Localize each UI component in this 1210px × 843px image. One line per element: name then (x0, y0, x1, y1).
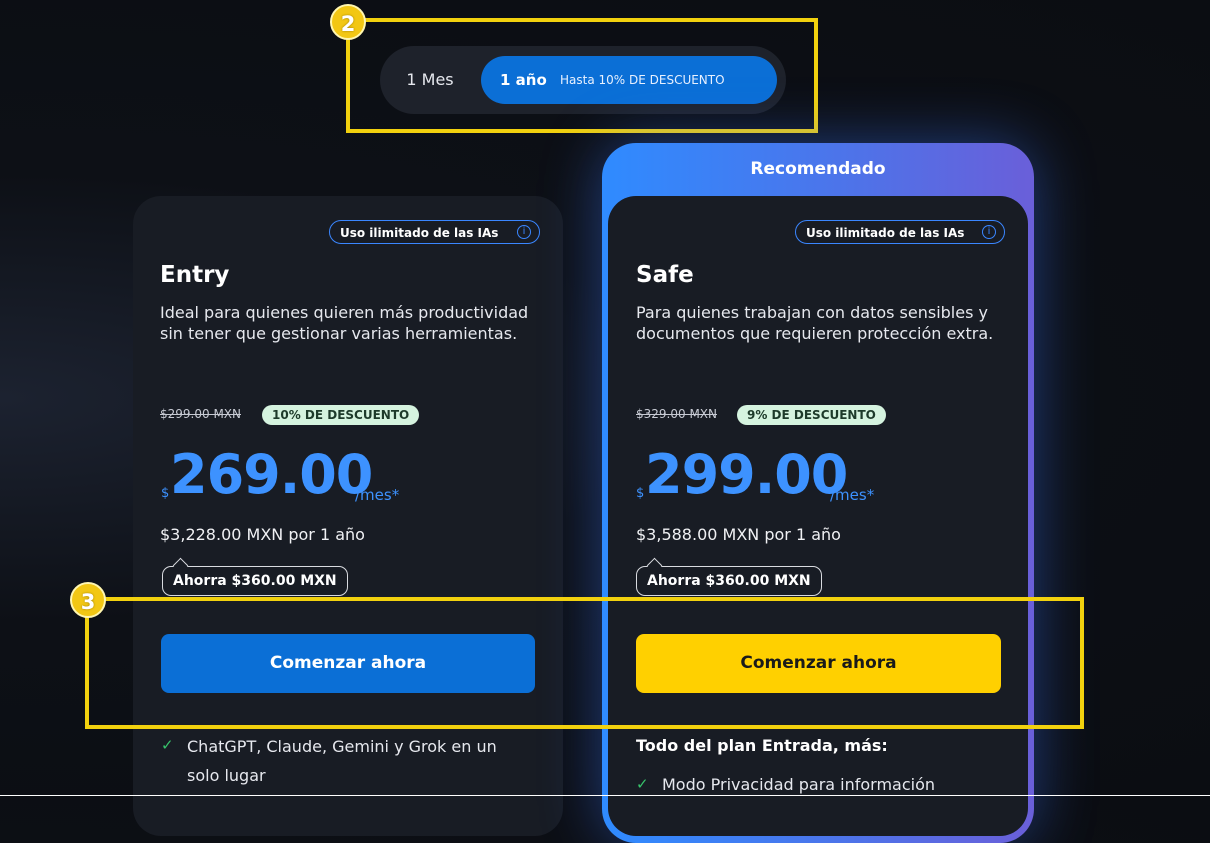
info-icon[interactable]: i (982, 225, 996, 239)
price-period: /mes* (830, 486, 875, 504)
discount-badge: 9% DE DESCUENTO (737, 405, 886, 425)
info-icon[interactable]: i (517, 225, 531, 239)
original-price: $299.00 MXN (160, 407, 241, 421)
plan-title: Safe (636, 262, 694, 288)
currency-symbol: $ (636, 486, 645, 501)
feature-item-continued: solo lugar (187, 766, 266, 785)
original-price: $329.00 MXN (636, 407, 717, 421)
savings-bubble: Ahorra $360.00 MXN (162, 566, 348, 596)
feature-item: ChatGPT, Claude, Gemini y Grok en un (187, 737, 497, 756)
unlimited-ai-pill[interactable]: Uso ilimitado de las IAs i (795, 220, 1005, 244)
discount-badge: 10% DE DESCUENTO (262, 405, 420, 425)
plan-price: 299.00 (645, 443, 848, 506)
annotation-badge-3: 3 (70, 582, 106, 618)
check-icon: ✓ (161, 736, 174, 754)
plan-description: Para quienes trabajan con datos sensible… (636, 303, 994, 343)
total-price: $3,588.00 MXN por 1 año (636, 525, 841, 544)
savings-bubble: Ahorra $360.00 MXN (636, 566, 822, 596)
unlimited-ai-label: Uso ilimitado de las IAs (806, 226, 965, 240)
plan-title: Entry (160, 262, 230, 288)
price-period: /mes* (355, 486, 400, 504)
unlimited-ai-pill[interactable]: Uso ilimitado de las IAs i (329, 220, 540, 244)
plan-description: Ideal para quienes quieren más productiv… (160, 303, 529, 343)
plan-price: 269.00 (170, 443, 373, 506)
annotation-box-3 (85, 597, 1084, 729)
annotation-box-2 (346, 18, 818, 133)
unlimited-ai-label: Uso ilimitado de las IAs (340, 226, 499, 240)
total-price: $3,228.00 MXN por 1 año (160, 525, 365, 544)
includes-heading: Todo del plan Entrada, más: (636, 736, 888, 755)
check-icon: ✓ (636, 775, 649, 793)
recommended-label: Recomendado (750, 159, 886, 179)
annotation-badge-2: 2 (330, 4, 366, 40)
currency-symbol: $ (161, 486, 170, 501)
